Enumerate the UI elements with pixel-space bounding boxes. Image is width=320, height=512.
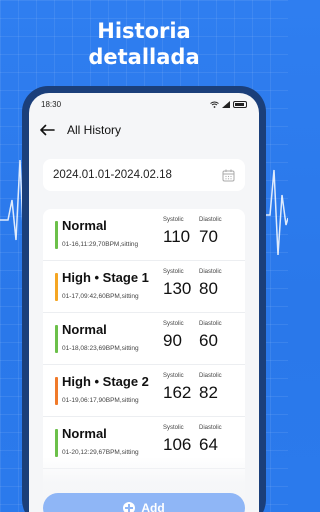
record-meta: 01-20,12:29,67BPM,sitting [62, 449, 139, 456]
systolic-value: 110 [163, 227, 191, 246]
page-title: All History [67, 123, 122, 137]
diastolic-value: 60 [199, 331, 218, 350]
systolic-label: Systolic [163, 373, 184, 379]
history-record[interactable]: Normal 01-18,08:23,69BPM,sitting Systoli… [43, 313, 245, 365]
record-meta: 01-19,06:17,90BPM,sitting [62, 397, 139, 404]
add-button-area: Add [29, 457, 259, 512]
battery-icon [233, 100, 247, 108]
phone-screen: 18:30 All History 2024.01.01-2024.02.18 [29, 93, 259, 512]
plus-circle-icon [123, 502, 136, 512]
date-range-picker[interactable]: 2024.01.01-2024.02.18 [43, 159, 245, 191]
status-color-bar [55, 429, 58, 457]
diastolic-value: 80 [199, 279, 218, 298]
calendar-icon[interactable] [222, 169, 235, 182]
diastolic-label: Diastolic [199, 321, 222, 327]
status-color-bar [55, 273, 58, 301]
systolic-value: 130 [163, 279, 192, 298]
headline-line-2: detallada [88, 45, 200, 69]
record-meta: 01-16,11:29,70BPM,sitting [62, 241, 139, 248]
app-bar: All History [29, 115, 259, 145]
systolic-label: Systolic [163, 321, 184, 327]
status-bar: 18:30 [29, 93, 259, 115]
history-record[interactable]: Normal 01-16,11:29,70BPM,sitting Systoli… [43, 209, 245, 261]
status-color-bar [55, 221, 58, 249]
record-meta: 01-17,09:42,60BPM,sitting [62, 293, 139, 300]
record-status: High • Stage 1 [62, 270, 149, 285]
status-color-bar [55, 377, 58, 405]
record-meta: 01-18,08:23,69BPM,sitting [62, 345, 139, 352]
promo-headline: Historia detallada [0, 18, 288, 70]
diastolic-label: Diastolic [199, 269, 222, 275]
diastolic-value: 70 [199, 227, 218, 246]
record-status: Normal [62, 322, 107, 337]
headline-line-1: Historia [97, 19, 191, 43]
systolic-label: Systolic [163, 269, 184, 275]
add-button[interactable]: Add [43, 493, 245, 512]
history-record[interactable]: High • Stage 1 01-17,09:42,60BPM,sitting… [43, 261, 245, 313]
systolic-value: 162 [163, 383, 192, 402]
signal-icon [222, 100, 230, 108]
status-icons [210, 100, 247, 108]
diastolic-label: Diastolic [199, 425, 222, 431]
record-status: Normal [62, 218, 107, 233]
diastolic-label: Diastolic [199, 373, 222, 379]
history-record[interactable]: High • Stage 2 01-19,06:17,90BPM,sitting… [43, 365, 245, 417]
status-color-bar [55, 325, 58, 353]
systolic-value: 106 [163, 435, 192, 454]
record-status: High • Stage 2 [62, 374, 149, 389]
date-range-value: 2024.01.01-2024.02.18 [53, 169, 172, 181]
diastolic-value: 82 [199, 383, 218, 402]
diastolic-label: Diastolic [199, 217, 222, 223]
back-arrow-icon[interactable] [39, 124, 55, 136]
systolic-value: 90 [163, 331, 182, 350]
record-status: Normal [62, 426, 107, 441]
status-time: 18:30 [41, 99, 62, 109]
add-button-label: Add [141, 501, 165, 512]
wifi-icon [210, 101, 219, 108]
systolic-label: Systolic [163, 217, 184, 223]
diastolic-value: 64 [199, 435, 218, 454]
systolic-label: Systolic [163, 425, 184, 431]
